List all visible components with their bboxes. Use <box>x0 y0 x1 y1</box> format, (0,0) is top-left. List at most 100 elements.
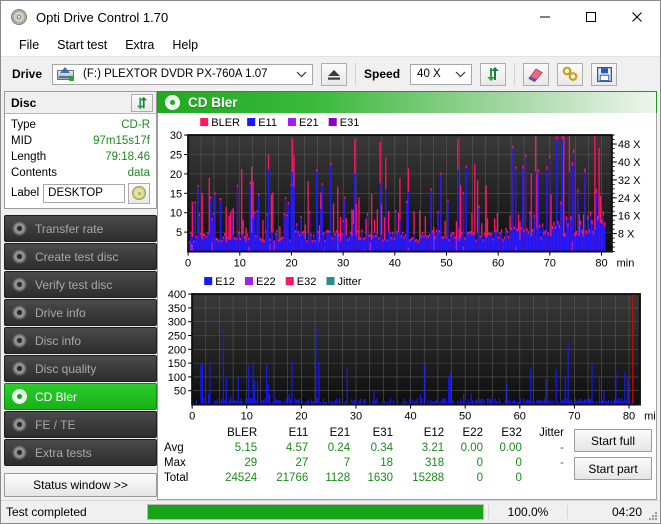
stats-row-max-label: Max <box>158 455 210 470</box>
svg-text:min: min <box>644 410 656 422</box>
save-button[interactable] <box>591 63 617 86</box>
close-icon[interactable] <box>614 2 660 33</box>
svg-text:0: 0 <box>185 258 191 270</box>
chevron-down-icon <box>455 65 466 84</box>
svg-text:50: 50 <box>174 385 186 397</box>
svg-text:32 X: 32 X <box>618 175 641 187</box>
svg-text:E32: E32 <box>297 276 317 288</box>
sidebar-item-drive-info[interactable]: Drive info <box>4 299 157 326</box>
svg-text:70: 70 <box>544 258 556 270</box>
sidebar-item-create-test-disc[interactable]: Create test disc <box>4 243 157 270</box>
stats-avg-e31: 0.34 <box>354 440 397 455</box>
stats-avg-e22: 0.00 <box>448 440 487 455</box>
menu-item-help[interactable]: Help <box>163 36 207 54</box>
svg-text:40 X: 40 X <box>618 157 641 169</box>
start-buttons: Start full Start part <box>568 427 656 480</box>
chevron-down-icon <box>296 65 307 84</box>
sidebar: Disc Type CD-R MID 97m1 <box>1 91 157 500</box>
stats-col-e32: E32 <box>487 427 526 440</box>
menu-item-start-test[interactable]: Start test <box>48 36 116 54</box>
minimize-icon[interactable] <box>522 2 568 33</box>
disc-row-contents: Contents data <box>11 165 150 181</box>
sidebar-item-transfer-rate[interactable]: Transfer rate <box>4 215 157 242</box>
svg-text:16 X: 16 X <box>618 211 641 223</box>
e12-chart[interactable]: E12E22E32Jitter5010015020025030035040001… <box>158 272 656 425</box>
svg-text:250: 250 <box>168 330 186 342</box>
disc-panel-title: Disc <box>11 96 36 110</box>
eject-button[interactable] <box>321 63 347 86</box>
stats-max-e12: 318 <box>397 455 448 470</box>
toolbar-divider-2 <box>514 63 515 85</box>
disc-row-contents-key: Contents <box>11 167 57 179</box>
svg-text:60: 60 <box>492 258 504 270</box>
disc-row-contents-value: data <box>128 167 150 179</box>
disc-row-length: Length 79:18.46 <box>11 149 150 165</box>
sidebar-item-disc-info[interactable]: Disc info <box>4 327 157 354</box>
sidebar-item-verify-test-disc[interactable]: Verify test disc <box>4 271 157 298</box>
disc-label-key: Label <box>11 187 39 199</box>
bler-chart[interactable]: BLERE11E21E31510152025300102030405060708… <box>158 113 656 272</box>
disc-icon <box>11 220 28 237</box>
tools-button[interactable] <box>557 63 583 86</box>
svg-text:10: 10 <box>241 410 253 422</box>
stats-max-bler: 29 <box>210 455 261 470</box>
app-icon <box>10 8 28 26</box>
start-full-button[interactable]: Start full <box>574 429 652 452</box>
sidebar-item-label: Drive info <box>35 306 86 320</box>
maximize-icon[interactable] <box>568 2 614 33</box>
eraser-button[interactable] <box>523 63 549 86</box>
disc-row-type: Type CD-R <box>11 117 150 133</box>
stats-total-e12: 15288 <box>397 470 448 485</box>
start-part-button[interactable]: Start part <box>574 457 652 480</box>
svg-text:200: 200 <box>168 344 186 356</box>
page-title: CD Bler <box>188 95 238 110</box>
svg-text:40: 40 <box>404 410 416 422</box>
drive-icon <box>57 67 74 81</box>
svg-text:50: 50 <box>459 410 471 422</box>
toolbar-divider-1 <box>355 63 356 85</box>
svg-text:70: 70 <box>568 410 580 422</box>
svg-text:80: 80 <box>623 410 635 422</box>
svg-text:20: 20 <box>170 169 182 181</box>
table-row: Max 29 27 7 18 318 0 0 - <box>158 455 568 470</box>
disc-row-length-value: 79:18.46 <box>105 151 150 163</box>
disc-label-input[interactable]: DESKTOP <box>43 184 125 203</box>
svg-text:300: 300 <box>168 316 186 328</box>
drive-select[interactable]: (F:) PLEXTOR DVDR PX-760A 1.07 <box>52 64 313 85</box>
content-area: CD Bler BLERE11E21E315101520253001020304… <box>157 91 660 500</box>
menu-item-extra[interactable]: Extra <box>116 36 163 54</box>
svg-text:min: min <box>617 258 635 270</box>
speed-select[interactable]: 40 X <box>410 64 472 85</box>
disc-row-type-value: CD-R <box>121 119 150 131</box>
svg-text:48 X: 48 X <box>618 139 641 151</box>
disc-label-row: Label DESKTOP <box>11 182 150 204</box>
disc-label-button[interactable] <box>128 183 150 204</box>
svg-text:10: 10 <box>234 258 246 270</box>
stats-total-jitter <box>526 470 568 485</box>
sidebar-item-label: Extra tests <box>35 446 92 460</box>
menu-item-file[interactable]: File <box>10 36 48 54</box>
status-window-button[interactable]: Status window >> <box>4 473 157 497</box>
stats-header-row: BLER E11 E21 E31 E12 E22 E32 Jitter <box>158 427 568 440</box>
disc-refresh-button[interactable] <box>131 94 153 112</box>
stats-col-e12: E12 <box>397 427 448 440</box>
resize-grip[interactable] <box>647 510 658 521</box>
svg-text:E21: E21 <box>299 117 319 129</box>
stats-avg-e12: 3.21 <box>397 440 448 455</box>
stats-col-jitter: Jitter <box>526 427 568 440</box>
svg-text:50: 50 <box>440 258 452 270</box>
svg-text:E22: E22 <box>256 276 276 288</box>
drive-label: Drive <box>12 67 42 81</box>
stats-total-e32: 0 <box>487 470 526 485</box>
svg-text:400: 400 <box>168 289 186 301</box>
sidebar-item-disc-quality[interactable]: Disc quality <box>4 355 157 382</box>
svg-text:Jitter: Jitter <box>338 276 362 288</box>
stats-max-e11: 27 <box>261 455 312 470</box>
svg-text:E31: E31 <box>340 117 360 129</box>
sidebar-item-label: Verify test disc <box>35 278 112 292</box>
refresh-button[interactable] <box>480 63 506 86</box>
sidebar-item-cd-bler[interactable]: CD Bler <box>4 383 157 410</box>
svg-text:15: 15 <box>170 188 182 200</box>
sidebar-item-fe-te[interactable]: FE / TE <box>4 411 157 438</box>
sidebar-item-extra-tests[interactable]: Extra tests <box>4 439 157 466</box>
